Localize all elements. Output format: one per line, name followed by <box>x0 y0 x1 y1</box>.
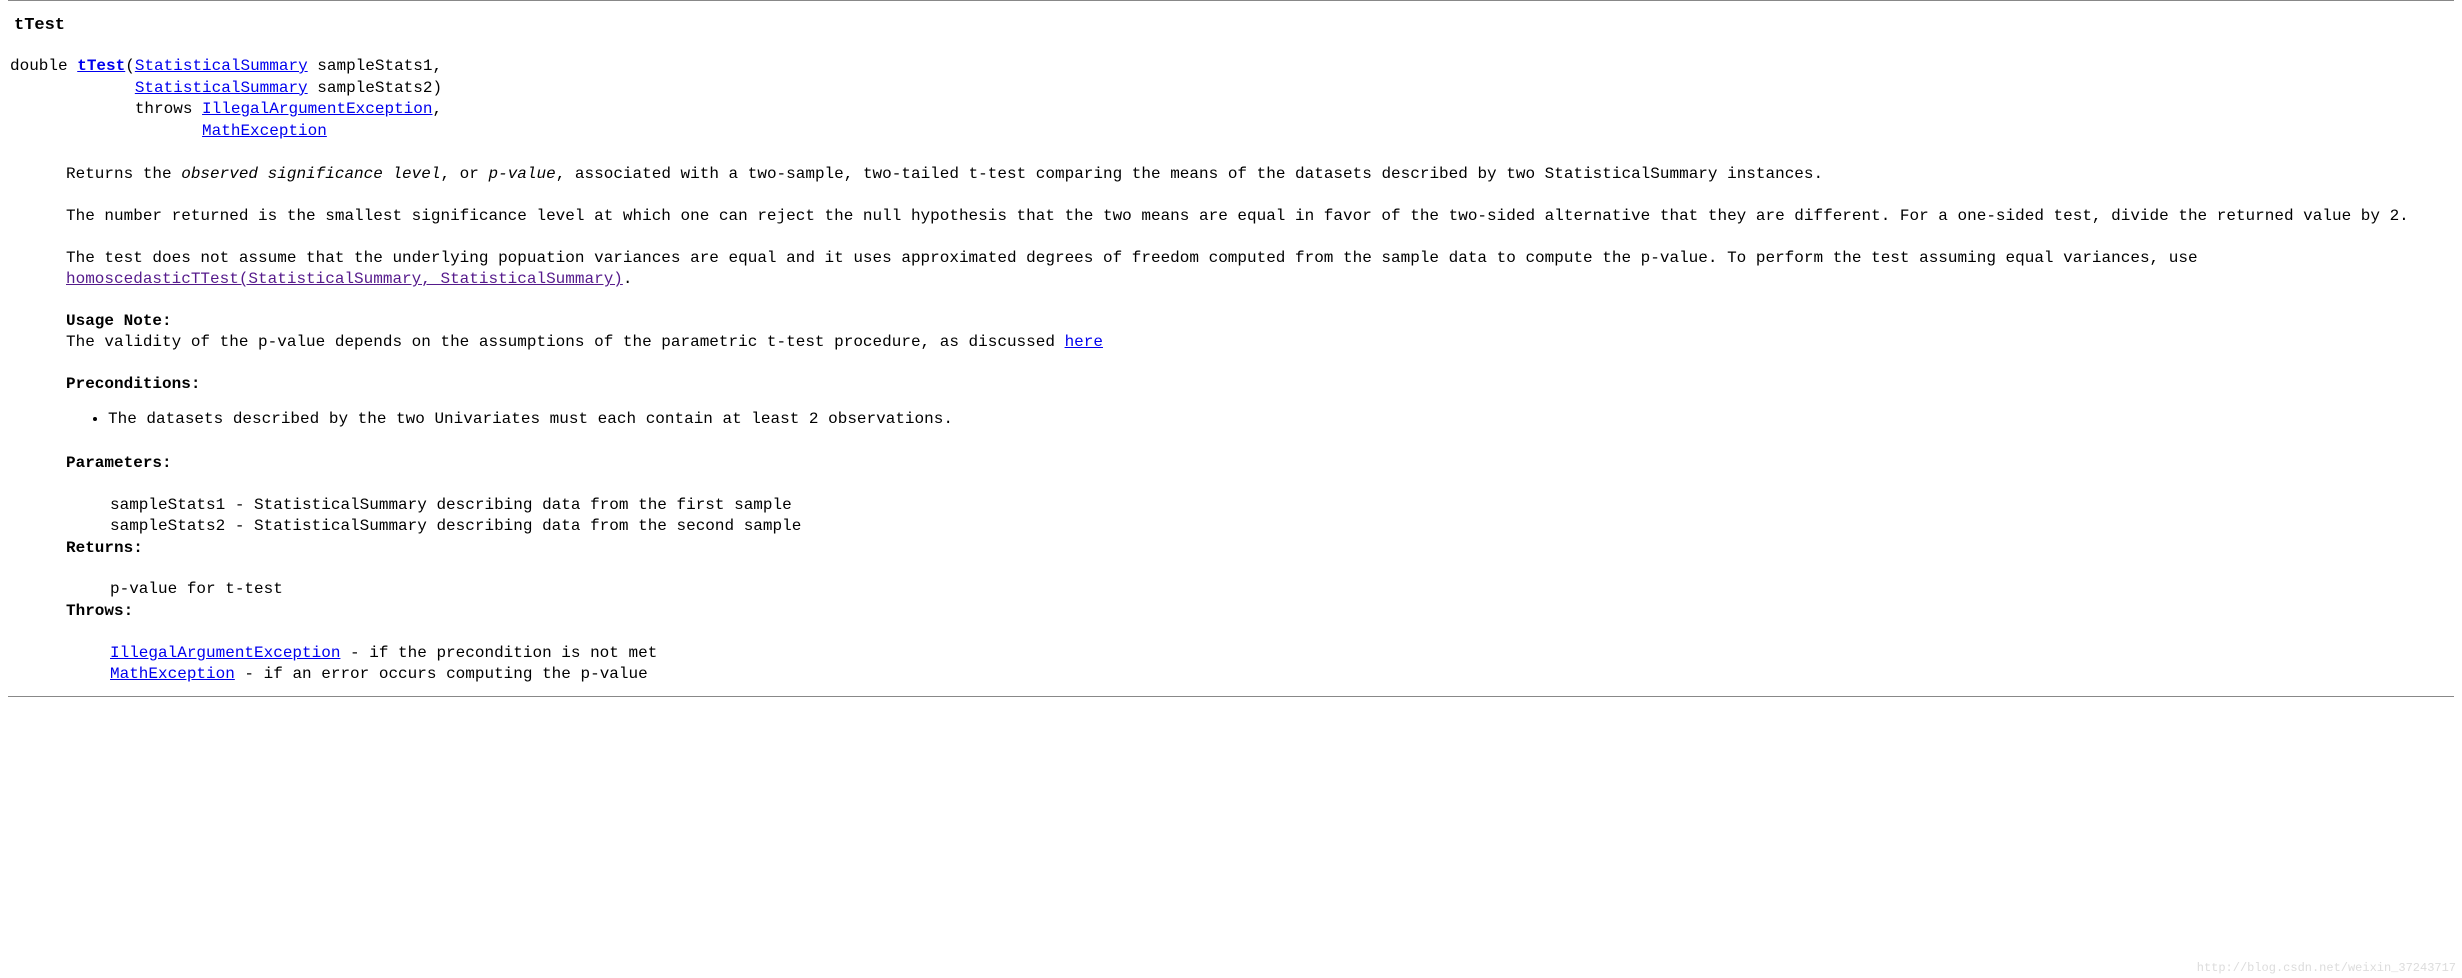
precondition-item: The datasets described by the two Univar… <box>108 409 2444 431</box>
text: The test does not assume that the underl… <box>66 249 2198 267</box>
emphasis: p-value <box>488 165 555 183</box>
param2-type-link[interactable]: StatisticalSummary <box>135 79 308 97</box>
throws-1: IllegalArgumentException - if the precon… <box>110 643 2444 665</box>
usage-here-link[interactable]: here <box>1065 333 1103 351</box>
text: . <box>623 270 633 288</box>
text: , or <box>440 165 488 183</box>
preconditions-label: Preconditions: <box>66 374 2444 396</box>
return-type: double <box>10 57 77 75</box>
throws-separator: , <box>432 100 442 118</box>
throws-2: MathException - if an error occurs compu… <box>110 664 2444 686</box>
throws1-exception-link[interactable]: IllegalArgumentException <box>110 644 340 662</box>
homoscedastic-link[interactable]: homoscedasticTTest(StatisticalSummary, S… <box>66 270 623 288</box>
text: - if an error occurs computing the p-val… <box>235 665 648 683</box>
emphasis: observed significance level <box>181 165 440 183</box>
returns-label: Returns: <box>66 538 2444 560</box>
throws2-link[interactable]: MathException <box>202 122 327 140</box>
text: , associated with a two-sample, two-tail… <box>556 165 1823 183</box>
method-name-link[interactable]: tTest <box>77 57 125 75</box>
desc-paragraph-1: Returns the observed significance level,… <box>66 164 2444 186</box>
throws-label: Throws: <box>66 601 2444 623</box>
parameter-2: sampleStats2 - StatisticalSummary descri… <box>110 516 2444 538</box>
preconditions-list: The datasets described by the two Univar… <box>66 409 2444 431</box>
parameter-1: sampleStats1 - StatisticalSummary descri… <box>110 495 2444 517</box>
text: The validity of the p-value depends on t… <box>66 333 1065 351</box>
usage-note-label: Usage Note: <box>66 312 172 330</box>
desc-paragraph-2: The number returned is the smallest sign… <box>66 206 2444 228</box>
top-rule <box>8 0 2454 1</box>
bottom-rule <box>8 696 2454 697</box>
parameters-label: Parameters: <box>66 453 2444 475</box>
text: Returns the <box>66 165 181 183</box>
param1-name: sampleStats1, <box>308 57 442 75</box>
throws1-link[interactable]: IllegalArgumentException <box>202 100 432 118</box>
usage-note: Usage Note: The validity of the p-value d… <box>66 311 2444 354</box>
param1-type-link[interactable]: StatisticalSummary <box>135 57 308 75</box>
method-title: tTest <box>14 15 2454 38</box>
param2-name: sampleStats2) <box>308 79 442 97</box>
throws-keyword: throws <box>135 100 202 118</box>
desc-paragraph-3: The test does not assume that the underl… <box>66 248 2444 291</box>
method-description: Returns the observed significance level,… <box>66 164 2444 686</box>
watermark: http://blog.csdn.net/weixin_37243717 <box>2197 960 2456 976</box>
throws2-exception-link[interactable]: MathException <box>110 665 235 683</box>
returns-text: p-value for t-test <box>110 579 2444 601</box>
method-signature: double tTest(StatisticalSummary sampleSt… <box>10 56 2454 142</box>
text: - if the precondition is not met <box>340 644 657 662</box>
